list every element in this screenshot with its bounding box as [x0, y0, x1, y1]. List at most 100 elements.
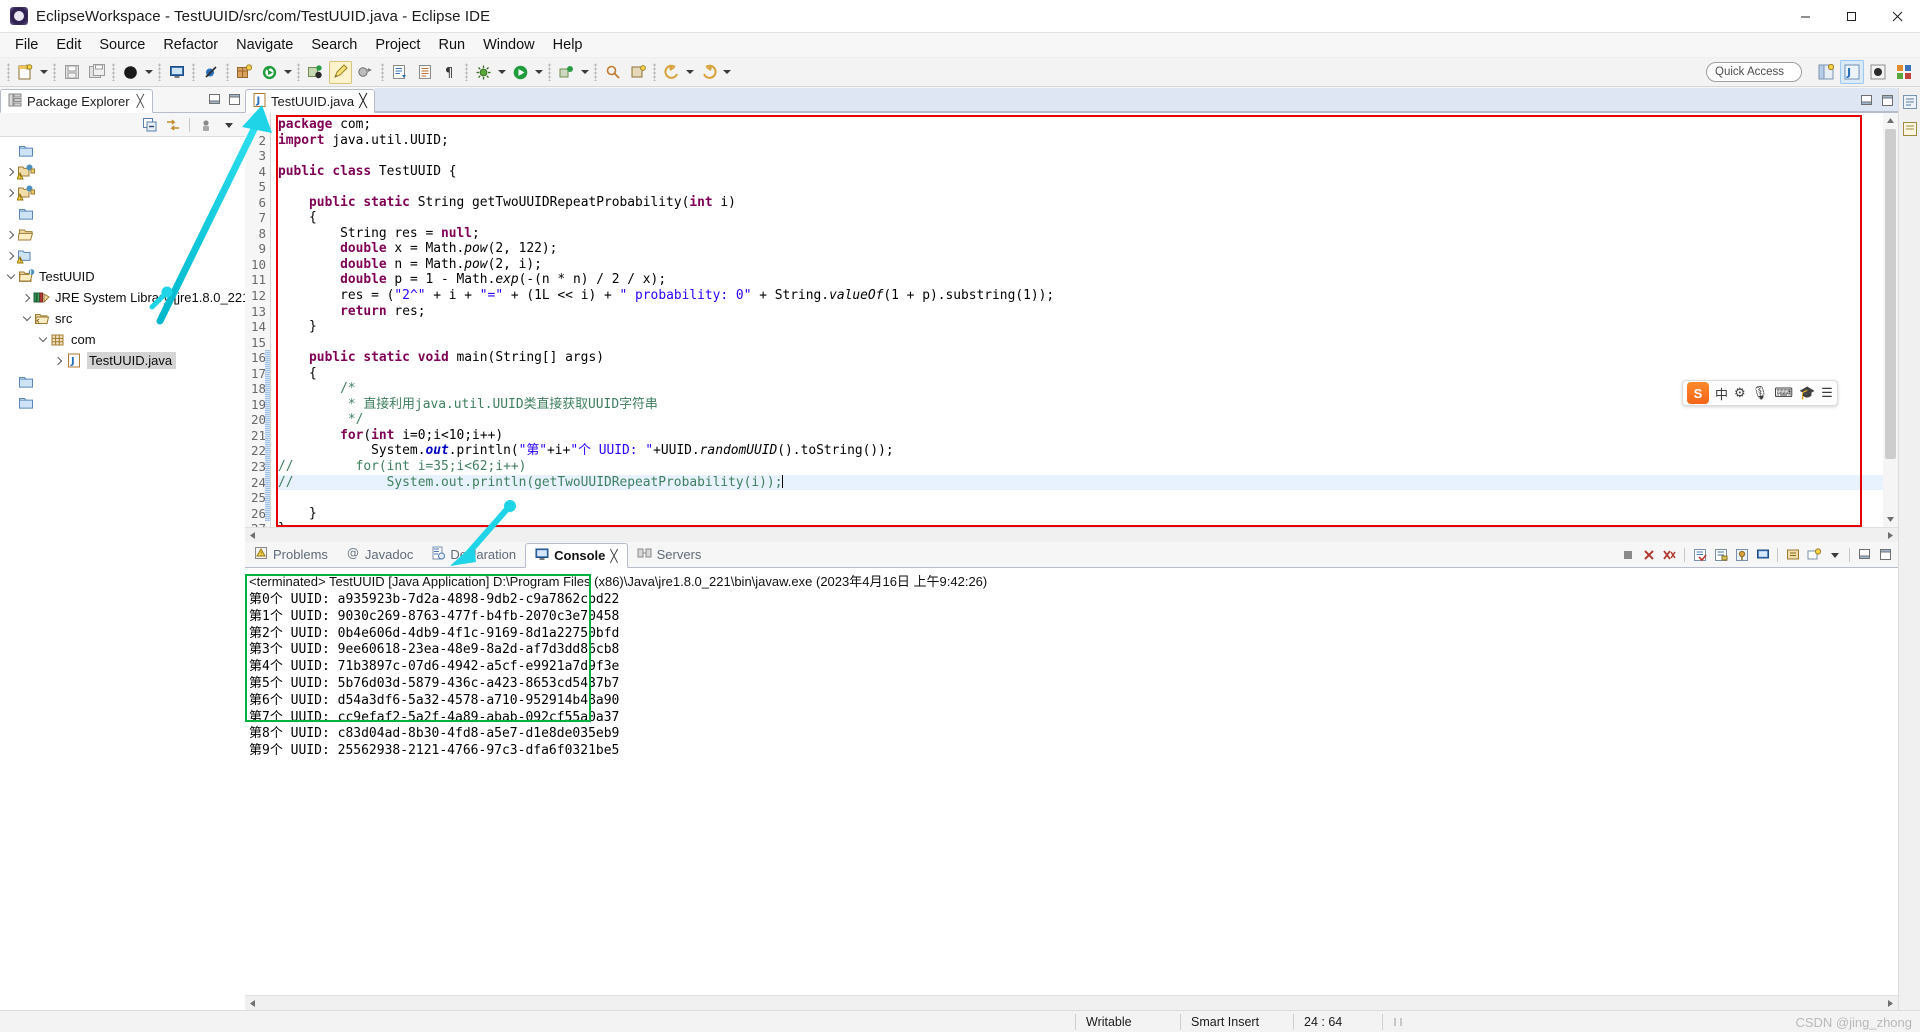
code-line[interactable]: package com;: [278, 117, 1883, 133]
tab-javadoc[interactable]: @ Javadoc: [337, 542, 422, 567]
code-line[interactable]: }: [278, 319, 1883, 335]
chevron-down-icon[interactable]: [4, 266, 17, 287]
code-line[interactable]: public class TestUUID {: [278, 164, 1883, 180]
external-tools-run-icon[interactable]: [555, 61, 578, 84]
toolbar-grip-11[interactable]: [594, 63, 597, 81]
display-console-icon[interactable]: [1753, 545, 1772, 564]
scroll-up-icon[interactable]: [1883, 113, 1898, 128]
open-perspective-icon[interactable]: [1814, 60, 1838, 84]
toolbar-grip-6[interactable]: [226, 63, 229, 81]
code-line[interactable]: res = ("2^" + i + "=" + (1L << i) + " pr…: [278, 288, 1883, 304]
toolbar-grip-2[interactable]: [53, 63, 56, 81]
toolbar-grip-3[interactable]: [112, 63, 115, 81]
tab-testuuid-java[interactable]: J TestUUID.java ╳: [245, 89, 375, 113]
tree-row[interactable]: [0, 140, 245, 161]
new-package-icon[interactable]: [233, 61, 256, 84]
code-area[interactable]: 1 2 3 4 5 6 7 8 9 10 11 12 13 14 15 16 17 18 19 20 21 22 23 24 2…: [245, 113, 1898, 536]
menu-refactor[interactable]: Refactor: [154, 34, 227, 56]
new-java-project-icon[interactable]: [626, 61, 649, 84]
tab-package-explorer[interactable]: Package Explorer ╳: [0, 89, 153, 113]
code-line[interactable]: {: [278, 210, 1883, 226]
clear-console-icon[interactable]: [1690, 545, 1709, 564]
menu-project[interactable]: Project: [366, 34, 429, 56]
code-line[interactable]: [278, 490, 1883, 506]
console-output[interactable]: 第0个 UUID: a935923b-7d2a-4898-9db2-c9a786…: [245, 592, 1898, 995]
tree-row[interactable]: [0, 203, 245, 224]
remove-all-icon[interactable]: [1660, 545, 1679, 564]
toolbar-grip[interactable]: [7, 63, 10, 81]
annotate-icon[interactable]: [329, 60, 352, 84]
terminate-icon[interactable]: [1618, 545, 1637, 564]
maximize-button[interactable]: [1828, 0, 1874, 33]
code-line[interactable]: public static String getTwoUUIDRepeatPro…: [278, 195, 1883, 211]
external-tools-dropdown-icon[interactable]: [579, 61, 591, 84]
close-icon[interactable]: ╳: [359, 93, 367, 109]
ime-skin-icon[interactable]: 🎓: [1799, 385, 1815, 401]
tree-row[interactable]: JRE System Library [jre1.8.0_221]: [0, 287, 245, 308]
code-line[interactable]: System.out.println("第"+i+"个 UUID: "+UUID…: [278, 443, 1883, 459]
console-horizontal-scrollbar[interactable]: [245, 995, 1898, 1010]
debug-perspective-icon[interactable]: [472, 61, 495, 84]
chevron-right-icon[interactable]: [4, 245, 17, 266]
maximize-icon[interactable]: [225, 90, 243, 108]
chevron-right-icon[interactable]: [4, 182, 17, 203]
chevron-down-icon[interactable]: [20, 308, 33, 329]
new-wizard-dropdown-icon[interactable]: [38, 61, 50, 84]
menu-help[interactable]: Help: [544, 34, 592, 56]
code-line[interactable]: // for(int i=35;i<62;i++): [278, 459, 1883, 475]
quick-access-input[interactable]: Quick Access: [1706, 62, 1802, 82]
source-code[interactable]: package com; import java.util.UUID; public…: [271, 113, 1883, 527]
view-menu-dropdown-icon[interactable]: [1825, 545, 1844, 564]
code-line[interactable]: double p = 1 - Math.exp(-(n * n) / 2 / x…: [278, 272, 1883, 288]
back-dropdown-icon[interactable]: [684, 61, 696, 84]
view-menu-dropdown-icon[interactable]: [219, 115, 239, 135]
editor-horizontal-scrollbar[interactable]: [245, 527, 1898, 542]
ime-settings-icon[interactable]: ⚙: [1734, 385, 1746, 401]
scroll-left-icon[interactable]: [245, 528, 260, 543]
outline-view-icon[interactable]: [1902, 94, 1918, 115]
code-line[interactable]: double n = Math.pow(2, i);: [278, 257, 1883, 273]
console-view-icon[interactable]: [165, 61, 188, 84]
new-wizard-icon[interactable]: [14, 61, 37, 84]
code-line[interactable]: }: [278, 506, 1883, 522]
toolbar-grip-4[interactable]: [158, 63, 161, 81]
code-line[interactable]: {: [278, 366, 1883, 382]
chevron-right-icon[interactable]: [20, 287, 33, 308]
chevron-down-icon[interactable]: [36, 329, 49, 350]
tree-row[interactable]: [0, 392, 245, 413]
remove-launch-icon[interactable]: [1639, 545, 1658, 564]
tree-row[interactable]: com: [0, 329, 245, 350]
tree-row[interactable]: !: [0, 161, 245, 182]
ime-menu-icon[interactable]: ☰: [1821, 385, 1833, 401]
code-line[interactable]: String res = null;: [278, 226, 1883, 242]
tab-problems[interactable]: ! Problems: [245, 542, 337, 567]
menu-edit[interactable]: Edit: [47, 34, 90, 56]
code-line[interactable]: */: [278, 412, 1883, 428]
close-button[interactable]: [1874, 0, 1920, 33]
code-line[interactable]: [278, 148, 1883, 164]
back-icon[interactable]: [660, 61, 683, 84]
external-tools-icon[interactable]: [304, 61, 327, 84]
tab-declaration[interactable]: Declaration: [422, 542, 525, 567]
save-icon[interactable]: [60, 61, 83, 84]
open-task-icon[interactable]: [388, 61, 411, 84]
maximize-icon[interactable]: [1876, 545, 1895, 564]
toolbar-grip-5[interactable]: [192, 63, 195, 81]
scrollbar-thumb[interactable]: [1885, 129, 1896, 459]
chevron-right-icon[interactable]: [4, 161, 17, 182]
tab-servers[interactable]: Servers: [628, 542, 711, 567]
menu-source[interactable]: Source: [90, 34, 154, 56]
java-perspective-icon[interactable]: J: [1840, 60, 1864, 84]
menu-window[interactable]: Window: [474, 34, 544, 56]
open-type-icon[interactable]: [413, 61, 436, 84]
toolbar-grip-10[interactable]: [548, 63, 551, 81]
task-list-icon[interactable]: [1902, 121, 1918, 142]
code-line[interactable]: // System.out.println(getTwoUUIDRepeatPr…: [278, 474, 1883, 491]
minimize-icon[interactable]: [1855, 545, 1874, 564]
toolbar-grip-7[interactable]: [297, 63, 300, 81]
open-console-icon[interactable]: [1783, 545, 1802, 564]
run-last-dropdown-icon[interactable]: [533, 61, 545, 84]
code-line[interactable]: [278, 179, 1883, 195]
minimize-icon[interactable]: [1857, 91, 1875, 109]
menu-search[interactable]: Search: [302, 34, 366, 56]
